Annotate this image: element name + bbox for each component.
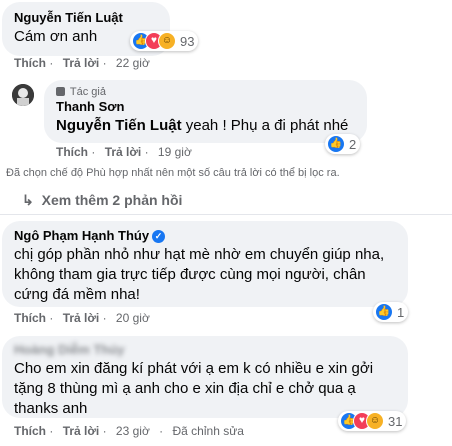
haha-icon: ☺ (366, 412, 384, 430)
comment-time[interactable]: 23 giờ (116, 424, 150, 438)
reply-actions: Thích · Trả lời · 19 giờ (56, 145, 192, 159)
verified-icon: ✓ (152, 230, 166, 243)
like-button[interactable]: Thích (14, 56, 46, 70)
comment-actions: Thích · Trả lời · 22 giờ (14, 56, 150, 70)
haha-icon: ☺ (158, 32, 176, 50)
like-icon: 👍 (375, 303, 393, 321)
like-button[interactable]: Thích (56, 145, 88, 159)
reaction-summary[interactable]: 👍 ♥ ☺ 93 (130, 31, 199, 51)
reply-text: Nguyễn Tiến Luật yeah ! Phụ a đi phát nh… (56, 116, 355, 136)
reaction-summary[interactable]: 👍 1 (373, 302, 409, 322)
chevron-right-icon: ↳ (22, 192, 34, 208)
reply-button[interactable]: Trả lời (63, 56, 100, 70)
reaction-count: 1 (397, 304, 405, 320)
reaction-summary[interactable]: 👍 ♥ ☺ 31 (338, 411, 407, 431)
avatar-image (12, 84, 34, 106)
reply-button[interactable]: Trả lời (63, 424, 100, 438)
comment-text: chị góp phần nhỏ như hạt mè nhờ em chuyể… (14, 246, 385, 303)
see-more-replies[interactable]: ↳ Xem thêm 2 phản hồi (22, 192, 182, 209)
reply-author[interactable]: Thanh Sơn (56, 99, 355, 114)
reply-time[interactable]: 19 giờ (158, 145, 192, 159)
author-name: Ngô Phạm Hạnh Thúy (14, 228, 150, 243)
comment-bubble: Ngô Phạm Hạnh Thúy ✓ chị góp phần nhỏ như… (2, 221, 408, 307)
reply-bubble: Tác giả Thanh Sơn Nguyễn Tiến Luật yeah … (44, 80, 367, 143)
comment-text: Cho em xin đăng kí phát với ạ em k có nh… (14, 360, 374, 417)
edited-label[interactable]: Đã chỉnh sửa (173, 424, 244, 438)
comment-actions: Thích · Trả lời · 23 giờ · Đã chỉnh sửa (14, 424, 244, 438)
comment-bubble: Hoàng Diễm Thúy Cho em xin đăng kí phát … (2, 336, 408, 418)
like-button[interactable]: Thích (14, 424, 46, 438)
reaction-count: 93 (180, 33, 195, 49)
reply-button[interactable]: Trả lời (105, 145, 142, 159)
divider (0, 214, 452, 215)
reaction-summary[interactable]: 👍 2 (325, 134, 361, 154)
like-button[interactable]: Thích (14, 311, 46, 325)
comment-author[interactable]: Nguyễn Tiến Luật (14, 10, 158, 25)
author-badge-icon (56, 87, 65, 96)
comment-time[interactable]: 22 giờ (116, 56, 150, 70)
author-badge-label: Tác giả (69, 86, 106, 98)
reply-button[interactable]: Trả lời (63, 311, 100, 325)
reply-body: yeah ! Phụ a đi phát nhé (181, 117, 349, 134)
comment-actions: Thích · Trả lời · 20 giờ (14, 311, 150, 325)
author-name: Hoàng Diễm Thúy (14, 342, 125, 357)
avatar[interactable] (12, 84, 34, 106)
see-more-label: Xem thêm 2 phản hồi (41, 192, 183, 208)
like-icon: 👍 (327, 135, 345, 153)
comment-time[interactable]: 20 giờ (116, 311, 150, 325)
author-badge: Tác giả (56, 86, 355, 98)
filter-note: Đã chọn chế độ Phù hợp nhất nên một số c… (6, 167, 340, 179)
reaction-count: 31 (388, 413, 403, 429)
mention-link[interactable]: Nguyễn Tiến Luật (56, 117, 182, 134)
reaction-count: 2 (349, 136, 357, 152)
comment-author[interactable]: Hoàng Diễm Thúy (14, 342, 396, 357)
comment-author[interactable]: Ngô Phạm Hạnh Thúy ✓ (14, 228, 396, 243)
